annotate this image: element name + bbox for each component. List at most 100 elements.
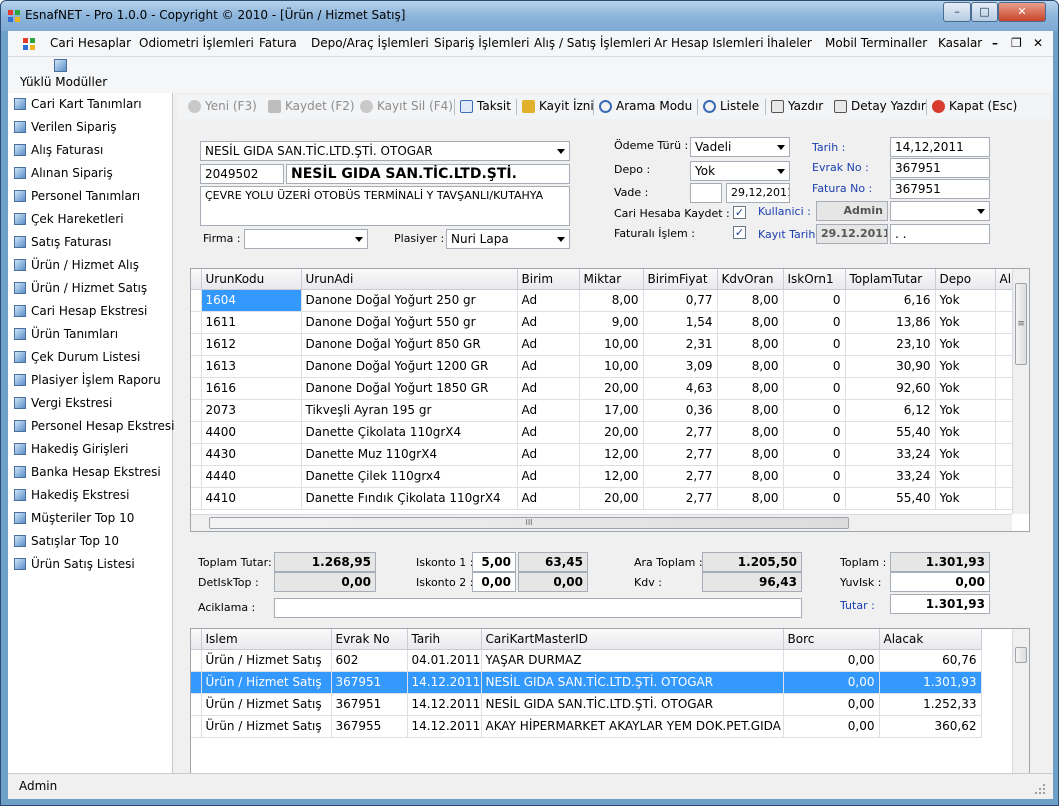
- cell[interactable]: 0,00: [783, 715, 880, 738]
- cell[interactable]: Ürün / Hizmet Satış: [201, 715, 332, 738]
- sidebar-item-cari-hesap-ekstresi[interactable]: Cari Hesap Ekstresi: [14, 301, 147, 321]
- table-row[interactable]: 4400 Danette Çikolata 110grX4 Ad 20,00 2,77 8…: [191, 421, 1014, 444]
- customer-name-field[interactable]: NESİL GIDA SAN.TİC.LTD.ŞTİ.: [286, 164, 570, 184]
- cell[interactable]: 360,62: [879, 715, 982, 738]
- cell[interactable]: Danone Doğal Yoğurt 550 gr: [301, 311, 518, 334]
- cell[interactable]: Yok: [935, 399, 996, 422]
- cell[interactable]: 0: [783, 465, 846, 488]
- cell[interactable]: Yok: [935, 377, 996, 400]
- hscroll-thumb[interactable]: III: [209, 517, 849, 529]
- sidebar-item-banka-hesap-ekstresi[interactable]: Banka Hesap Ekstresi: [14, 462, 161, 482]
- row-header[interactable]: [191, 649, 202, 672]
- note-field[interactable]: [274, 598, 802, 618]
- col-header-ali[interactable]: Ali: [995, 269, 1014, 290]
- menu-odiometri[interactable]: Odiometri İşlemleri: [139, 36, 254, 50]
- menu-depo-arac[interactable]: Depo/Araç İşlemleri: [311, 36, 429, 50]
- cell[interactable]: 2,31: [643, 333, 718, 356]
- menu-kasalar[interactable]: Kasalar: [938, 36, 982, 50]
- cell[interactable]: 8,00: [717, 377, 784, 400]
- row-header[interactable]: [191, 487, 202, 510]
- cell[interactable]: Ad: [517, 289, 580, 312]
- cell[interactable]: 8,00: [717, 311, 784, 334]
- maximize-button[interactable]: □: [971, 2, 998, 22]
- amount-field[interactable]: 1.301,93: [890, 594, 990, 614]
- cell[interactable]: 0: [783, 311, 846, 334]
- cell[interactable]: [995, 487, 1014, 510]
- cell[interactable]: 4400: [201, 421, 302, 444]
- cell[interactable]: 8,00: [717, 487, 784, 510]
- modules-label[interactable]: Yüklü Modüller: [20, 75, 107, 89]
- sidebar-item-urun-satis-listesi[interactable]: Ürün Satış Listesi: [14, 554, 135, 574]
- cell[interactable]: 0: [783, 355, 846, 378]
- menu-cari-hesaplar[interactable]: Cari Hesaplar: [50, 36, 131, 50]
- cell[interactable]: 0: [783, 289, 846, 312]
- cell[interactable]: 8,00: [717, 399, 784, 422]
- cell[interactable]: 4410: [201, 487, 302, 510]
- sidebar-item-urun-hizmet-satis[interactable]: Ürün / Hizmet Satış: [14, 278, 147, 298]
- address-field[interactable]: ÇEVRE YOLU ÜZERİ OTOBÜS TERMİNALİ Y TAVŞ…: [200, 186, 570, 226]
- sidebar-item-cek-hareketleri[interactable]: Çek Hareketleri: [14, 209, 124, 229]
- cell[interactable]: Danone Doğal Yoğurt 850 GR: [301, 333, 518, 356]
- cell[interactable]: Ad: [517, 443, 580, 466]
- cell[interactable]: [995, 333, 1014, 356]
- cell[interactable]: [995, 421, 1014, 444]
- cell[interactable]: 0,00: [783, 693, 880, 716]
- plasiyer-combo[interactable]: Nuri Lapa: [446, 229, 570, 249]
- cell[interactable]: 2,77: [643, 487, 718, 510]
- sidebar-item-verilen-siparis[interactable]: Verilen Sipariş: [14, 117, 117, 137]
- iskonto1-rate-field[interactable]: 5,00: [472, 552, 516, 572]
- sidebar-item-hakedis-girisleri[interactable]: Hakediş Girişleri: [14, 439, 128, 459]
- cell[interactable]: 6,16: [845, 289, 936, 312]
- cell[interactable]: 14.12.2011: [407, 715, 482, 738]
- cell[interactable]: Danette Fındık Çikolata 110grX4: [301, 487, 518, 510]
- cell[interactable]: 14.12.2011: [407, 671, 482, 694]
- cell[interactable]: 8,00: [717, 289, 784, 312]
- menu-ar-hesap[interactable]: Ar Hesap Islemleri: [654, 36, 764, 50]
- menu-mobil-terminaller[interactable]: Mobil Terminaller: [825, 36, 927, 50]
- cell[interactable]: Danone Doğal Yoğurt 250 gr: [301, 289, 518, 312]
- payment-type-combo[interactable]: Vadeli: [690, 137, 790, 157]
- cell[interactable]: 0: [783, 377, 846, 400]
- cell[interactable]: 4440: [201, 465, 302, 488]
- col-header-miktar[interactable]: Miktar: [579, 269, 644, 290]
- table-row[interactable]: 2073 Tikveşli Ayran 195 gr Ad 17,00 0,36 8,00…: [191, 399, 1014, 422]
- cell[interactable]: Danone Doğal Yoğurt 1850 GR: [301, 377, 518, 400]
- col-header-carikart[interactable]: CariKartMasterID: [481, 629, 784, 650]
- cell[interactable]: Yok: [935, 443, 996, 466]
- cell[interactable]: 0: [783, 333, 846, 356]
- table-row[interactable]: 1611 Danone Doğal Yoğurt 550 gr Ad 9,00 1,54…: [191, 311, 1014, 334]
- cell[interactable]: Ad: [517, 311, 580, 334]
- col-header-tarih[interactable]: Tarih: [407, 629, 482, 650]
- cell[interactable]: 3,09: [643, 355, 718, 378]
- save-to-account-checkbox[interactable]: ✓: [733, 206, 746, 219]
- iskonto2-rate-field[interactable]: 0,00: [472, 572, 516, 592]
- cell[interactable]: Yok: [935, 465, 996, 488]
- sidebar-item-plasiyer-islem-raporu[interactable]: Plasiyer İşlem Raporu: [14, 370, 161, 390]
- col-header-islem[interactable]: Islem: [201, 629, 332, 650]
- row-header[interactable]: [191, 421, 202, 444]
- table-row[interactable]: 1616 Danone Doğal Yoğurt 1850 GR Ad 20,00 4,…: [191, 377, 1014, 400]
- cell[interactable]: 33,24: [845, 443, 936, 466]
- cell[interactable]: Ad: [517, 333, 580, 356]
- sidebar-item-hakedis-ekstresi[interactable]: Hakediş Ekstresi: [14, 485, 129, 505]
- cell[interactable]: 1604: [201, 289, 302, 312]
- cell[interactable]: Danette Muz 110grX4: [301, 443, 518, 466]
- menu-fatura[interactable]: Fatura: [259, 36, 297, 50]
- col-header-iskorn1[interactable]: IskOrn1: [783, 269, 846, 290]
- cell[interactable]: 12,00: [579, 465, 644, 488]
- cell[interactable]: 0: [783, 399, 846, 422]
- table-row[interactable]: 1612 Danone Doğal Yoğurt 850 GR Ad 10,00 2,3…: [191, 333, 1014, 356]
- cell[interactable]: Yok: [935, 487, 996, 510]
- cell[interactable]: 8,00: [717, 333, 784, 356]
- mdi-app-icon[interactable]: [22, 37, 36, 51]
- col-header-kdvoran[interactable]: KdvOran: [717, 269, 784, 290]
- due-date-field[interactable]: 29,12,2011: [726, 183, 790, 203]
- sidebar-item-satis-faturasi[interactable]: Satış Faturası: [14, 232, 111, 252]
- sidebar-item-cek-durum-listesi[interactable]: Çek Durum Listesi: [14, 347, 140, 367]
- row-header[interactable]: [191, 355, 202, 378]
- due-days-field[interactable]: [690, 183, 722, 203]
- mdi-close-button[interactable]: ✕: [1033, 36, 1043, 50]
- cell[interactable]: 1613: [201, 355, 302, 378]
- cell[interactable]: Ad: [517, 421, 580, 444]
- cell[interactable]: 1612: [201, 333, 302, 356]
